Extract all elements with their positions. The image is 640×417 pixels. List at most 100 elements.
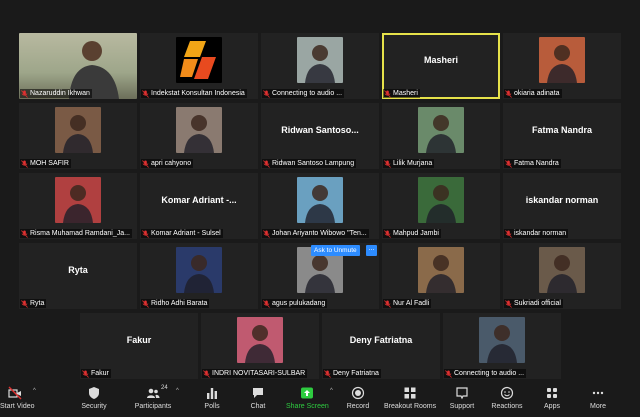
participant-tile[interactable]: Ryta Ryta [19,243,137,309]
participant-tile[interactable]: Indekstat Konsultan Indonesia [140,33,258,99]
participant-tile[interactable]: okiaria adinata [503,33,621,99]
muted-mic-icon [263,159,270,168]
participant-tile[interactable]: INDRI NOVITASARI-SULBAR [201,313,319,379]
bar-chart-icon [207,388,217,399]
participant-name-label: Ryta [20,299,47,308]
participant-name-label: iskandar norman [504,229,569,238]
breakout-rooms-label: Breakout Rooms [384,403,437,410]
polls-button[interactable]: Polls [200,382,224,417]
participants-count-badge: 24 [161,385,168,391]
record-button[interactable]: Record [345,382,371,417]
participant-avatar [479,317,525,363]
muted-mic-icon [142,299,149,308]
participant-tile[interactable]: Ridho Adhi Barata [140,243,258,309]
reactions-button[interactable]: Reactions [491,382,523,417]
participant-tile[interactable]: Deny Fatriatna Deny Fatriatna [322,313,440,379]
participant-display-name: iskandar norman [525,195,599,205]
participant-display-name: Komar Adriant -... [161,195,237,205]
participant-tile[interactable]: Fakur Fakur [80,313,198,379]
participant-tile[interactable]: Lilik Murjana [382,103,500,169]
participant-display-name: Deny Fatriatna [349,335,413,345]
participant-name: agus pulukadang [272,300,326,307]
muted-mic-icon [263,89,270,98]
participant-name-label: Fakur [81,369,111,378]
shield-icon [89,387,99,399]
participant-name: Nazaruddin Ikhwan [30,90,90,97]
participant-tile[interactable]: Sukriadi official [503,243,621,309]
participant-name: Johan Ariyanto Wibowo "Ten... [272,230,367,237]
muted-mic-icon [505,229,512,238]
chat-button[interactable]: Chat [246,382,270,417]
participant-tile[interactable]: Connecting to audio ... [261,33,379,99]
person-photo-icon [426,185,456,223]
muted-mic-icon [82,369,89,378]
share-options-caret[interactable]: ^ [330,388,333,394]
participant-tile[interactable]: apri cahyono [140,103,258,169]
chat-bubble-icon [253,388,263,398]
person-photo-icon [305,45,335,83]
participant-name-label: Lilik Murjana [383,159,435,168]
participants-icon [147,388,160,398]
breakout-rooms-icon [404,387,416,399]
breakout-rooms-button[interactable]: Breakout Rooms [384,382,436,417]
apps-label: Apps [544,403,560,410]
participant-tile[interactable]: MOH SAFIR [19,103,137,169]
participants-options-caret[interactable]: ^ [176,388,179,394]
participant-name-label: Masheri [383,89,420,98]
person-photo-icon [547,255,577,293]
meeting-toolbar: Start Video ^ Security Participants 24 ^… [0,382,640,417]
muted-mic-icon [324,369,331,378]
participant-name: Risma Muhamad Ramdani_Ja... [30,230,130,237]
participant-gallery: Nazaruddin Ikhwan Indekstat Konsultan Ind… [0,0,640,379]
participant-avatar [297,37,343,83]
share-screen-button[interactable]: Share Screen [286,382,329,417]
security-button[interactable]: Security [78,382,110,417]
share-screen-label: Share Screen [286,403,329,410]
start-video-label: Start Video [0,403,35,410]
participant-avatar [237,317,283,363]
chat-label: Chat [250,403,266,410]
participant-name-label: Ridwan Santoso Lampung [262,159,357,168]
participant-name: Lilik Murjana [393,160,433,167]
support-icon [456,387,468,400]
muted-mic-icon [21,229,28,238]
support-button[interactable]: Support [447,382,477,417]
muted-mic-icon [505,299,512,308]
muted-mic-icon [384,229,391,238]
participant-tile[interactable]: Mahpud Jambi [382,173,500,239]
muted-mic-icon [505,89,512,98]
ask-to-unmute-button[interactable]: Ask to Unmute [311,245,360,256]
participant-name-label: Mahpud Jambi [383,229,441,238]
participant-tile[interactable]: Nur Al Fadli [382,243,500,309]
participant-name: Mahpud Jambi [393,230,439,237]
apps-button[interactable]: Apps [541,382,563,417]
person-photo-icon [426,115,456,153]
apps-icon [547,388,557,398]
participant-tile[interactable]: Johan Ariyanto Wibowo "Ten... [261,173,379,239]
participant-name-label: Sukriadi official [504,299,563,308]
participant-tile[interactable]: Ridwan Santoso... Ridwan Santoso Lampung [261,103,379,169]
muted-mic-icon [263,299,270,308]
participant-tile[interactable]: Komar Adriant -... Komar Adriant - Sulsel [140,173,258,239]
participant-name: Masheri [393,90,418,97]
participant-avatar [176,247,222,293]
video-options-caret[interactable]: ^ [33,388,36,394]
participant-name-label: Nazaruddin Ikhwan [20,89,92,98]
participant-avatar [176,37,222,83]
participant-tile[interactable]: Connecting to audio ... [443,313,561,379]
participant-tile[interactable]: Nazaruddin Ikhwan [19,33,137,99]
participant-tile[interactable]: Risma Muhamad Ramdani_Ja... [19,173,137,239]
participant-avatar [539,247,585,293]
participants-label: Participants [134,403,172,410]
indekstat-logo-icon [180,41,216,79]
more-button[interactable]: More [587,382,609,417]
participant-tile[interactable]: iskandar norman iskandar norman [503,173,621,239]
participant-name-label: MOH SAFIR [20,159,71,168]
participant-tile[interactable]: Masheri Masheri [382,33,500,99]
start-video-button[interactable]: Start Video [0,382,35,417]
person-photo-icon [487,325,517,363]
participant-tile[interactable]: Fatma Nandra Fatma Nandra [503,103,621,169]
person-photo-icon [245,325,275,363]
tile-more-options-button[interactable]: ... [366,245,377,256]
participant-avatar [418,247,464,293]
